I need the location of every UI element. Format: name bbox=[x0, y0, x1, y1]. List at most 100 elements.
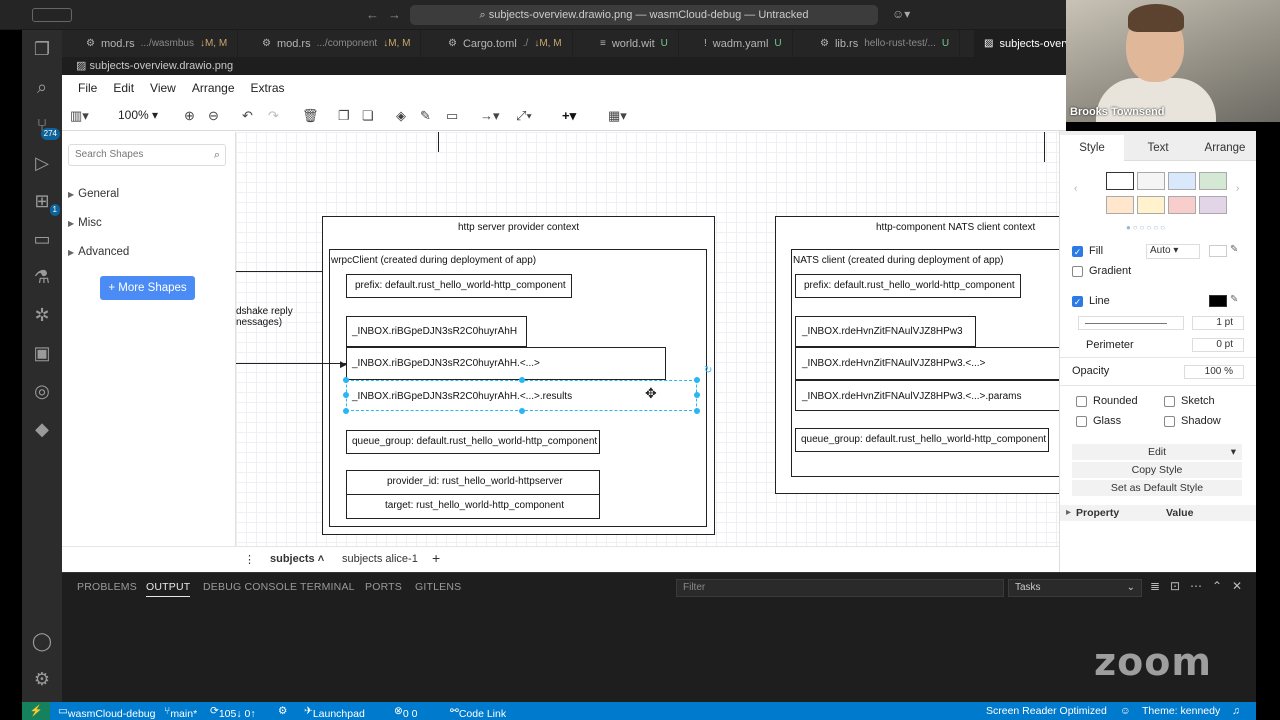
codelink-item[interactable]: ⚯ Code Link bbox=[450, 705, 506, 720]
to-front-icon[interactable]: ❐ bbox=[338, 108, 350, 124]
explorer-icon[interactable]: ❐ bbox=[22, 30, 62, 68]
containers-icon[interactable]: ▣ bbox=[22, 334, 62, 372]
perimeter-input[interactable]: 0 pt bbox=[1192, 338, 1244, 352]
style-swatch[interactable] bbox=[1168, 196, 1196, 214]
kubernetes-icon[interactable]: ✲ bbox=[22, 296, 62, 334]
copilot-icon[interactable]: ☺▾ bbox=[892, 7, 910, 21]
swatch-pager[interactable]: ●○○○○○ bbox=[1126, 223, 1167, 232]
line-checkbox[interactable]: ✓ bbox=[1072, 295, 1083, 307]
glass-row[interactable]: Glass bbox=[1076, 415, 1121, 427]
set-default-style-button[interactable]: Set as Default Style bbox=[1072, 480, 1242, 496]
theme-item[interactable]: Theme: kennedy bbox=[1142, 705, 1220, 717]
tab-style[interactable]: Style bbox=[1060, 135, 1124, 161]
edit-style-dropdown[interactable]: Edit ▾ bbox=[1072, 444, 1242, 460]
style-swatch[interactable] bbox=[1137, 172, 1165, 190]
tab-debug-console[interactable]: DEBUG CONSOLE bbox=[203, 581, 297, 593]
rounded-row[interactable]: Rounded bbox=[1076, 395, 1138, 407]
style-swatch[interactable] bbox=[1137, 196, 1165, 214]
menu-extras[interactable]: Extras bbox=[243, 81, 293, 95]
rotate-handle-icon[interactable]: ↻ bbox=[704, 365, 712, 376]
selection-handle[interactable] bbox=[519, 377, 525, 383]
menu-file[interactable]: File bbox=[70, 81, 105, 95]
tab-cargo-toml[interactable]: ⚙ Cargo.toml ./ ↓M, M bbox=[438, 30, 573, 57]
page-tab-subjects-alice[interactable]: subjects alice-1 bbox=[342, 553, 418, 565]
table-icon[interactable]: ▦▾ bbox=[608, 108, 627, 124]
tab-arrange[interactable]: Arrange bbox=[1192, 135, 1258, 161]
branch-item[interactable]: ⑂ main* bbox=[164, 705, 197, 720]
add-page-icon[interactable]: + bbox=[432, 550, 440, 566]
command-center[interactable]: ⌕ subjects-overview.drawio.png — wasmClo… bbox=[410, 5, 878, 25]
fill-checkbox[interactable]: ✓ bbox=[1072, 245, 1083, 257]
page-tab-subjects[interactable]: subjects ˄ bbox=[270, 553, 324, 565]
zoom-in-icon[interactable]: ⊕ bbox=[184, 108, 195, 124]
gradient-checkbox[interactable] bbox=[1072, 265, 1083, 277]
tab-lib-rs[interactable]: ⚙ lib.rs hello-rust-test/... U bbox=[810, 30, 961, 57]
tab-terminal[interactable]: TERMINAL bbox=[300, 581, 355, 593]
forward-arrow-icon[interactable]: → bbox=[388, 7, 401, 22]
selection-handle[interactable] bbox=[694, 392, 700, 398]
glass-checkbox[interactable] bbox=[1076, 415, 1087, 427]
chevron-right-icon[interactable]: ▸ bbox=[1066, 507, 1071, 518]
manage-gear-icon[interactable]: ⚙ bbox=[22, 660, 62, 698]
palette-advanced[interactable]: ▶ Advanced bbox=[68, 246, 129, 258]
zoom-out-icon[interactable]: ⊖ bbox=[208, 108, 219, 124]
remote-explorer-icon[interactable]: ▭ bbox=[22, 220, 62, 258]
format-panel-icon[interactable]: ▥▾ bbox=[70, 108, 89, 124]
maximize-panel-icon[interactable]: ⌃ bbox=[1212, 579, 1222, 593]
gitlens-icon[interactable]: ◎ bbox=[22, 372, 62, 410]
style-swatch[interactable] bbox=[1106, 196, 1134, 214]
account-icon[interactable]: ◯ bbox=[22, 622, 62, 660]
tab-gitlens[interactable]: GITLENS bbox=[415, 581, 461, 593]
fill-row[interactable]: ✓ Fill bbox=[1072, 245, 1103, 257]
sketch-checkbox[interactable] bbox=[1164, 395, 1175, 407]
run-debug-icon[interactable]: ▷ bbox=[22, 144, 62, 182]
edit-pencil-icon[interactable]: ✎ bbox=[1230, 294, 1238, 305]
chevron-left-icon[interactable]: ‹ bbox=[1074, 183, 1077, 194]
search-shapes-input[interactable]: Search Shapes ⌕ bbox=[68, 144, 226, 166]
line-color-icon[interactable]: ✎ bbox=[420, 108, 431, 124]
to-back-icon[interactable]: ❏ bbox=[362, 108, 374, 124]
sync-item[interactable]: ⟳ 105↓ 0↑ bbox=[210, 705, 256, 720]
rounded-checkbox[interactable] bbox=[1076, 395, 1087, 407]
selection-handle[interactable] bbox=[343, 408, 349, 414]
line-width-input[interactable]: 1 pt bbox=[1192, 316, 1244, 330]
tab-output[interactable]: OUTPUT bbox=[146, 581, 191, 597]
output-channel-select[interactable]: Tasks ⌄ bbox=[1008, 579, 1142, 597]
chevron-right-icon[interactable]: › bbox=[1236, 183, 1239, 194]
selection-handle[interactable] bbox=[694, 408, 700, 414]
more-shapes-button[interactable]: + More Shapes bbox=[100, 276, 195, 300]
gitlens-status-icon[interactable]: ⚙ bbox=[278, 705, 287, 717]
testing-icon[interactable]: ⚗ bbox=[22, 258, 62, 296]
more-actions-icon[interactable]: ⋯ bbox=[1190, 579, 1202, 593]
sketch-row[interactable]: Sketch bbox=[1164, 395, 1215, 407]
source-control-icon[interactable]: ⑂ 274 bbox=[22, 106, 62, 144]
tab-world-wit[interactable]: ≡ world.wit U bbox=[590, 30, 679, 57]
edit-pencil-icon[interactable]: ✎ bbox=[1230, 244, 1238, 255]
problems-item[interactable]: ⊗ 0 0 bbox=[394, 705, 417, 720]
shadow-row[interactable]: Shadow bbox=[1164, 415, 1221, 427]
opacity-input[interactable]: 100 % bbox=[1184, 365, 1244, 379]
style-swatch[interactable] bbox=[1199, 172, 1227, 190]
screen-reader-item[interactable]: Screen Reader Optimized bbox=[986, 705, 1107, 717]
insert-plus-icon[interactable]: +▾ bbox=[562, 108, 576, 124]
line-color-swatch[interactable] bbox=[1209, 295, 1227, 307]
workspace-item[interactable]: ▭ wasmCloud-debug bbox=[58, 705, 155, 720]
tab-mod-rs-wasmbus[interactable]: ⚙ mod.rs .../wasmbus ↓M, M bbox=[76, 30, 239, 57]
line-row[interactable]: ✓ Line bbox=[1072, 295, 1110, 307]
copilot-status-icon[interactable]: ☺ bbox=[1120, 705, 1131, 717]
fill-mode-select[interactable]: Auto ▾ bbox=[1146, 244, 1200, 259]
delete-icon[interactable]: 🗑 bbox=[302, 108, 319, 124]
tab-problems[interactable]: PROBLEMS bbox=[77, 581, 137, 593]
lock-icon[interactable]: ⊡ bbox=[1170, 579, 1180, 593]
remote-indicator-icon[interactable]: ⚡ bbox=[22, 702, 50, 720]
undo-icon[interactable]: ↶ bbox=[242, 108, 253, 124]
redo-icon[interactable]: ↷ bbox=[268, 108, 279, 124]
menu-arrange[interactable]: Arrange bbox=[184, 81, 243, 95]
diagram-canvas[interactable]: http server provider context wrpcClient … bbox=[236, 132, 1066, 546]
shadow-checkbox[interactable] bbox=[1164, 415, 1175, 427]
palette-misc[interactable]: ▶ Misc bbox=[68, 217, 102, 229]
palette-general[interactable]: ▶ General bbox=[68, 188, 119, 200]
launchpad-item[interactable]: ✈ Launchpad bbox=[304, 705, 365, 720]
gradient-row[interactable]: Gradient bbox=[1072, 265, 1131, 277]
search-icon[interactable]: ⌕ bbox=[22, 68, 62, 106]
